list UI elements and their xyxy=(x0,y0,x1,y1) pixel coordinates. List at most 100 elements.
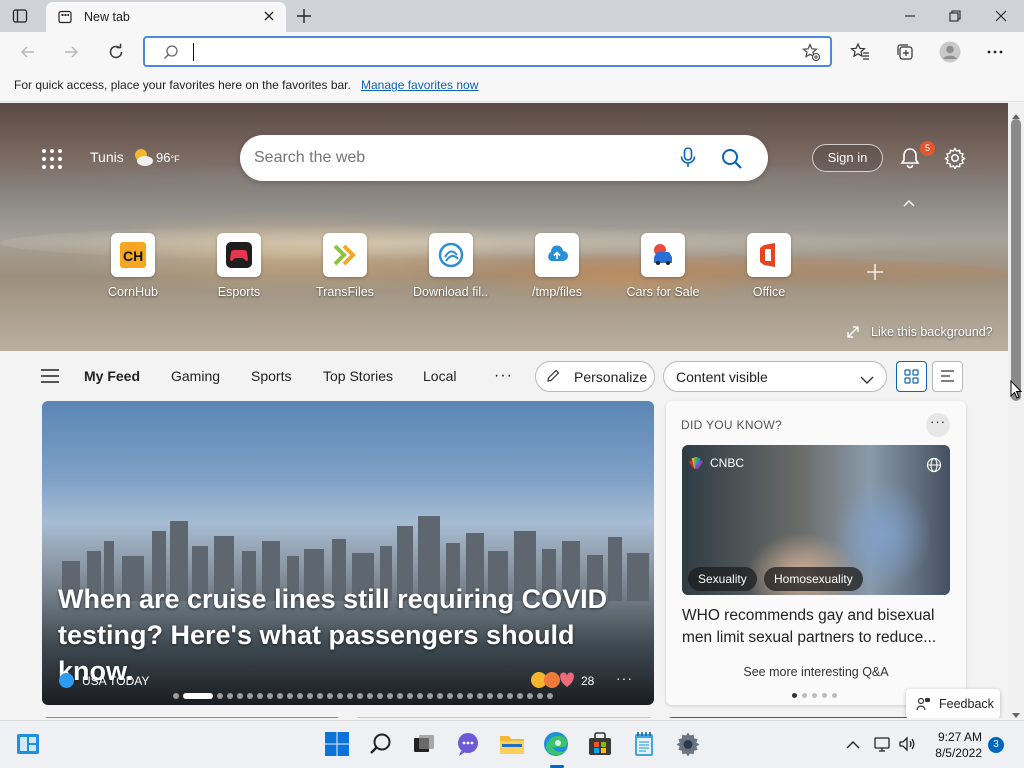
windows-start-icon[interactable] xyxy=(324,731,350,757)
sign-in-button[interactable]: Sign in xyxy=(812,144,883,172)
expand-arrows-icon[interactable] xyxy=(846,325,860,339)
address-input[interactable] xyxy=(191,41,771,63)
carousel-dot[interactable] xyxy=(537,693,543,699)
quick-link-cars-for-sale[interactable]: Cars for Sale xyxy=(625,233,701,299)
list-view-button[interactable] xyxy=(932,361,963,392)
side-card-headline[interactable]: WHO recommends gay and bisexual men limi… xyxy=(682,605,952,649)
tab-actions-icon[interactable] xyxy=(12,8,28,24)
quick-link-transfiles[interactable]: TransFiles xyxy=(307,233,383,299)
task-view-icon[interactable] xyxy=(411,731,437,757)
network-icon[interactable] xyxy=(873,735,891,753)
notifications-bell-icon[interactable] xyxy=(900,147,920,169)
refresh-icon[interactable] xyxy=(106,42,126,62)
file-explorer-icon[interactable] xyxy=(499,731,525,757)
page-settings-gear-icon[interactable] xyxy=(944,147,966,170)
carousel-dot[interactable] xyxy=(307,693,313,699)
pager-dot[interactable] xyxy=(822,693,827,698)
carousel-dot[interactable] xyxy=(397,693,403,699)
web-search-box[interactable] xyxy=(240,135,768,181)
carousel-dot[interactable] xyxy=(427,693,433,699)
close-window-icon[interactable] xyxy=(993,8,1009,24)
carousel-dot[interactable] xyxy=(467,693,473,699)
new-tab-plus-icon[interactable] xyxy=(296,8,312,24)
carousel-dot[interactable] xyxy=(517,693,523,699)
carousel-dot[interactable] xyxy=(217,693,223,699)
main-story-card[interactable]: When are cruise lines still requiring CO… xyxy=(42,401,654,705)
content-visibility-dropdown[interactable]: Content visible xyxy=(663,361,887,392)
back-arrow-icon[interactable] xyxy=(18,42,38,62)
hamburger-menu-icon[interactable] xyxy=(41,369,59,383)
pager-dot[interactable] xyxy=(792,693,797,698)
close-tab-icon[interactable] xyxy=(262,9,276,23)
carousel-dot[interactable] xyxy=(297,693,303,699)
tab-new-tab[interactable]: New tab xyxy=(46,2,286,32)
clock-date[interactable]: 8/5/2022 xyxy=(930,746,982,760)
side-card-image[interactable]: CNBC Sexuality Homosexuality xyxy=(682,445,950,595)
carousel-dot[interactable] xyxy=(357,693,363,699)
search-taskbar-icon[interactable] xyxy=(368,731,394,757)
add-quick-link-plus-icon[interactable] xyxy=(866,263,884,281)
scrollbar-thumb[interactable] xyxy=(1011,119,1021,401)
carousel-dot[interactable] xyxy=(183,693,213,699)
personalize-button[interactable]: Personalize xyxy=(535,361,655,392)
carousel-dot[interactable] xyxy=(227,693,233,699)
tab-top-stories[interactable]: Top Stories xyxy=(323,368,393,384)
page-scrollbar[interactable] xyxy=(1008,103,1024,718)
side-card-pager[interactable] xyxy=(792,693,837,698)
minimize-icon[interactable] xyxy=(902,8,918,24)
apps-launcher-icon[interactable] xyxy=(42,149,62,169)
carousel-dot[interactable] xyxy=(447,693,453,699)
collapse-chevron-up-icon[interactable] xyxy=(902,196,916,207)
edge-browser-icon[interactable] xyxy=(543,731,569,757)
carousel-dot[interactable] xyxy=(477,693,483,699)
carousel-dot[interactable] xyxy=(277,693,283,699)
carousel-dot[interactable] xyxy=(267,693,273,699)
feedback-button[interactable]: Feedback xyxy=(906,689,1000,718)
quick-link-download-files[interactable]: Download fil... xyxy=(413,233,489,299)
tab-sports[interactable]: Sports xyxy=(251,368,291,384)
chat-icon[interactable] xyxy=(455,731,481,757)
search-submit-icon[interactable] xyxy=(720,147,744,171)
tab-gaming[interactable]: Gaming xyxy=(171,368,220,384)
notepad-icon[interactable] xyxy=(631,731,657,757)
microsoft-store-icon[interactable] xyxy=(587,731,613,757)
carousel-dot[interactable] xyxy=(347,693,353,699)
weather-temperature[interactable]: 96°F xyxy=(156,150,180,165)
reaction-emojis-icon[interactable] xyxy=(530,671,580,689)
carousel-dot[interactable] xyxy=(317,693,323,699)
add-favorite-star-icon[interactable] xyxy=(802,43,821,62)
clock-time[interactable]: 9:27 AM xyxy=(934,730,982,744)
favorites-icon[interactable] xyxy=(850,42,870,62)
collections-icon[interactable] xyxy=(895,42,915,62)
volume-speaker-icon[interactable] xyxy=(898,735,916,753)
carousel-dot[interactable] xyxy=(387,693,393,699)
carousel-dot[interactable] xyxy=(407,693,413,699)
scroll-down-arrow-icon[interactable] xyxy=(1012,707,1020,718)
address-bar[interactable] xyxy=(143,36,832,67)
quick-link-cornhub[interactable]: CH CornHub xyxy=(95,233,171,299)
more-tabs-button[interactable]: ··· xyxy=(494,367,513,385)
notification-center-badge[interactable]: 3 xyxy=(988,737,1004,753)
carousel-dot[interactable] xyxy=(527,693,533,699)
quick-link-tmp-files[interactable]: /tmp/files xyxy=(519,233,595,299)
carousel-dot[interactable] xyxy=(257,693,263,699)
restore-icon[interactable] xyxy=(947,8,963,24)
see-more-qa-link[interactable]: See more interesting Q&A xyxy=(666,665,966,679)
carousel-dot[interactable] xyxy=(247,693,253,699)
main-story-source[interactable]: USA TODAY xyxy=(82,674,149,688)
profile-avatar-icon[interactable] xyxy=(939,41,961,63)
carousel-dot[interactable] xyxy=(337,693,343,699)
carousel-dot[interactable] xyxy=(237,693,243,699)
quick-link-office[interactable]: Office xyxy=(731,233,807,299)
carousel-dot[interactable] xyxy=(367,693,373,699)
carousel-dot[interactable] xyxy=(487,693,493,699)
like-background-link[interactable]: Like this background? xyxy=(871,325,993,339)
carousel-dot[interactable] xyxy=(547,693,553,699)
pager-dot[interactable] xyxy=(832,693,837,698)
next-row-card[interactable] xyxy=(354,717,654,718)
settings-more-icon[interactable] xyxy=(985,42,1005,62)
carousel-dot[interactable] xyxy=(457,693,463,699)
tab-my-feed[interactable]: My Feed xyxy=(84,368,140,384)
grid-view-button[interactable] xyxy=(896,361,927,392)
microphone-icon[interactable] xyxy=(678,147,698,169)
